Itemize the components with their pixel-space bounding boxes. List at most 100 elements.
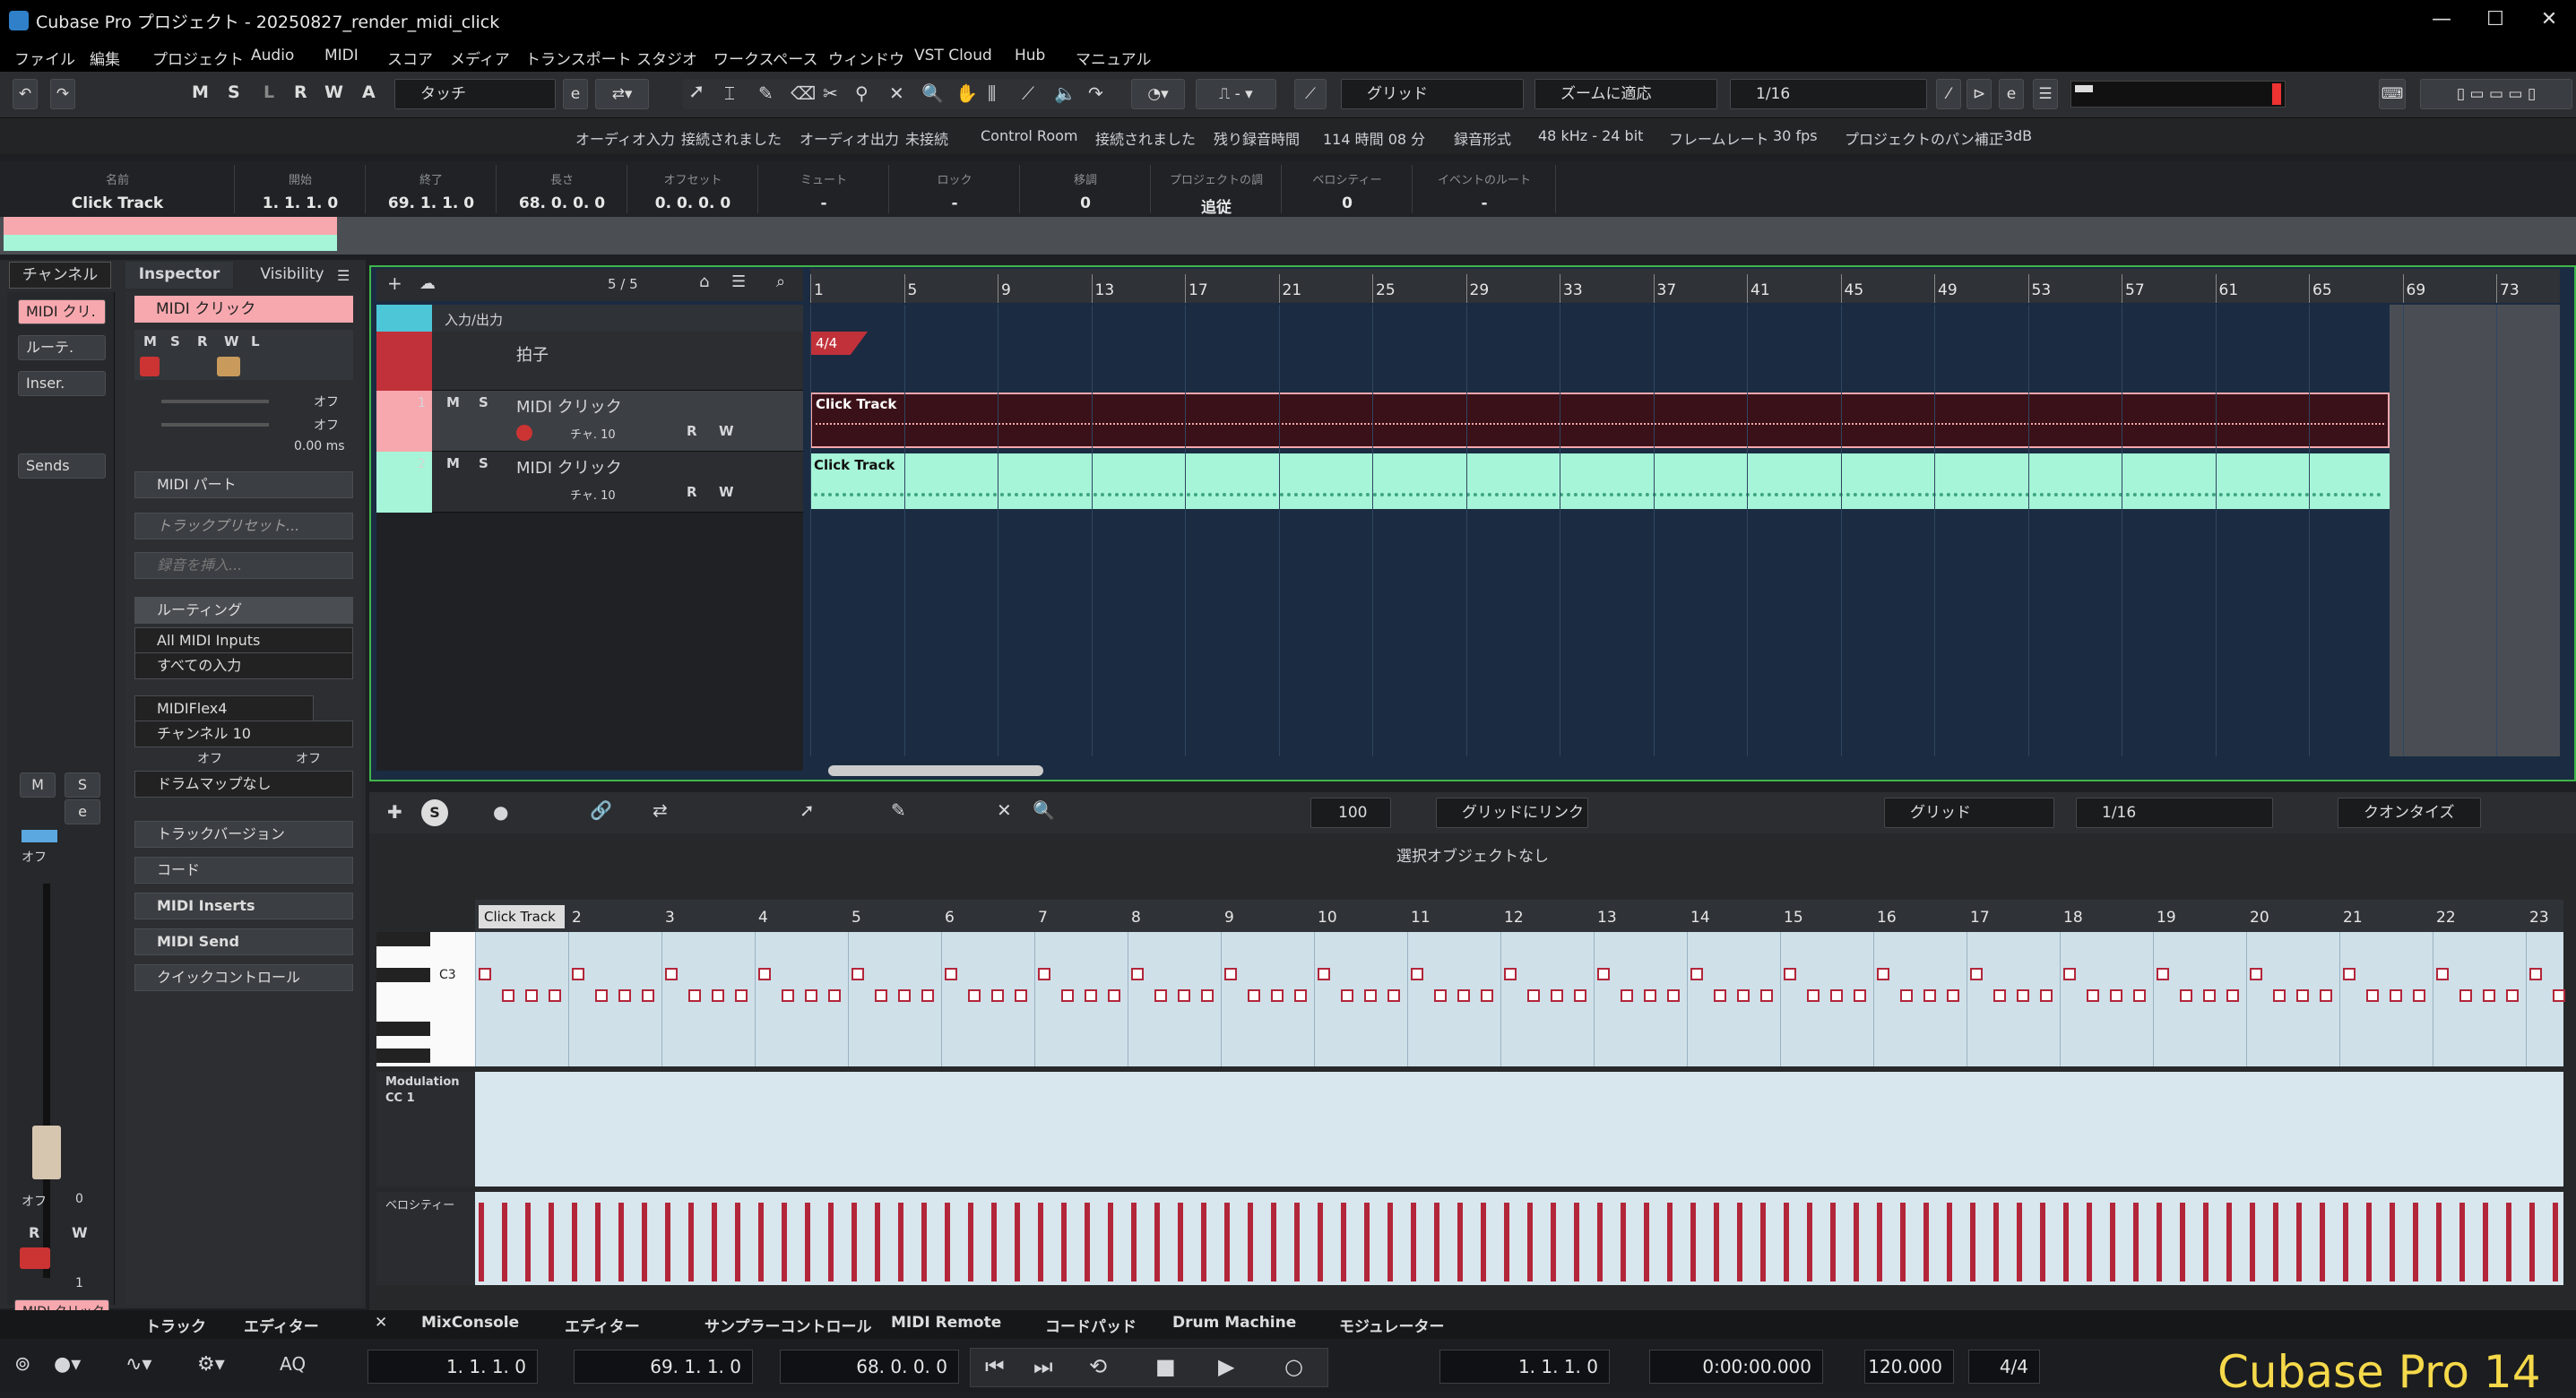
velocity-bar[interactable] [2250, 1203, 2255, 1282]
menu-manual[interactable]: マニュアル [1076, 47, 1152, 69]
add-track-type-icon[interactable]: ☁ [419, 274, 436, 293]
inspector-midi-part[interactable]: MIDI パート [134, 471, 353, 498]
velocity-bar[interactable] [782, 1203, 787, 1282]
note[interactable] [875, 989, 887, 1002]
note[interactable] [2063, 968, 2076, 980]
note[interactable] [851, 968, 864, 980]
velocity-bar[interactable] [1504, 1203, 1509, 1282]
note[interactable] [2390, 989, 2402, 1002]
tab-drum-machine[interactable]: Drum Machine [1172, 1314, 1296, 1332]
note[interactable] [1970, 968, 1983, 980]
velocity-bar[interactable] [921, 1203, 927, 1282]
inspector-drummap[interactable]: ドラムマップなし [134, 771, 353, 798]
note[interactable] [2157, 968, 2169, 980]
solo-button[interactable]: S [65, 772, 100, 798]
note[interactable] [2506, 989, 2519, 1002]
velocity-bar[interactable] [1038, 1203, 1043, 1282]
folder-track-row[interactable]: 入力/出力 [376, 305, 803, 332]
info-offset-value[interactable]: 0. 0. 0. 0 [627, 194, 758, 212]
waveform-icon[interactable]: ∿▾ [125, 1353, 151, 1376]
menu-edit[interactable]: 編集 [90, 47, 120, 69]
menu-hub[interactable]: Hub [1015, 47, 1045, 65]
velocity-bar[interactable] [1993, 1203, 1999, 1282]
inspector-section-sends[interactable]: MIDI Send [134, 928, 353, 955]
automation-all-button[interactable]: A [362, 82, 376, 102]
note[interactable] [805, 989, 817, 1002]
velocity-bar[interactable] [549, 1203, 554, 1282]
info-root-value[interactable]: - [1413, 194, 1556, 212]
cc-lane-controller[interactable]: CC 1 [385, 1092, 415, 1105]
velocity-bar[interactable] [758, 1203, 764, 1282]
note-display[interactable] [475, 932, 2565, 1066]
track1-mute[interactable]: M [446, 394, 460, 410]
velocity-bar[interactable] [945, 1203, 950, 1282]
velocity-bar[interactable] [1714, 1203, 1719, 1282]
info-lock-value[interactable]: - [889, 194, 1020, 212]
track1-channel[interactable]: チャ. 10 [570, 425, 616, 442]
snap-toggle-icon[interactable]: ⟋ [1294, 79, 1327, 109]
go-to-start-icon[interactable]: ⏮ [985, 1354, 1005, 1379]
inspector-section-chords[interactable]: コード [134, 857, 353, 884]
note[interactable] [1900, 989, 1913, 1002]
note[interactable] [1807, 989, 1820, 1002]
velocity-bar[interactable] [2436, 1203, 2442, 1282]
note[interactable] [2529, 968, 2542, 980]
track2-write[interactable]: W [719, 484, 734, 500]
edit-button[interactable]: e [65, 799, 100, 824]
note[interactable] [1621, 989, 1633, 1002]
menu-vst-cloud[interactable]: VST Cloud [914, 47, 992, 65]
channel-name-button[interactable]: MIDI クリ. [18, 299, 106, 324]
range-icon[interactable]: ⌶ [724, 82, 735, 104]
track2-read[interactable]: R [687, 484, 697, 500]
menu-media[interactable]: メディア [450, 47, 510, 69]
solo-editor-icon[interactable]: S [421, 799, 448, 826]
zone-layout-icons[interactable]: ▯ ▭ ▭ ▭ ▯ [2420, 79, 2572, 109]
velocity-bar[interactable] [479, 1203, 484, 1282]
track-row-2[interactable]: 2 M S MIDI クリック チャ. 10 R W [376, 452, 803, 513]
inspector-record-icon[interactable] [140, 357, 160, 376]
velocity-lane-name[interactable]: ベロシティー [385, 1195, 454, 1212]
velocity-bar[interactable] [968, 1203, 973, 1282]
velocity-bar[interactable] [2017, 1203, 2022, 1282]
velocity-bar[interactable] [2226, 1203, 2232, 1282]
inspector-delay-value[interactable]: 0.00 ms [294, 439, 345, 453]
velocity-bar[interactable] [1947, 1203, 1952, 1282]
velocity-bar[interactable] [1760, 1203, 1766, 1282]
menu-project[interactable]: プロジェクト [152, 47, 244, 69]
quantize-mode-select[interactable]: クオンタイズ [2338, 798, 2481, 828]
note[interactable] [1993, 989, 2006, 1002]
note[interactable] [1201, 989, 1214, 1002]
velocity-bar[interactable] [2110, 1203, 2115, 1282]
pencil-icon[interactable]: ✎ [758, 82, 774, 104]
editor-event-name[interactable]: Click Track [479, 905, 565, 928]
write-all-button[interactable]: W [324, 82, 343, 102]
velocity-bar[interactable] [1597, 1203, 1603, 1282]
cc-lane-name[interactable]: Modulation [385, 1075, 460, 1089]
inspector-sound[interactable]: 録音を挿入... [134, 552, 353, 579]
record-editor-icon[interactable]: ● [493, 801, 508, 823]
track1-solo[interactable]: S [479, 394, 488, 410]
tab-visibility[interactable]: Visibility [238, 262, 346, 289]
inspector-section-quick-controls[interactable]: クイックコントロール [134, 964, 353, 991]
sends-button[interactable]: Sends [18, 453, 106, 479]
cc-lane[interactable] [475, 1072, 2563, 1187]
note[interactable] [1644, 989, 1656, 1002]
tab-chord-pads[interactable]: コードパッド [1045, 1314, 1137, 1336]
velocity-bar[interactable] [1551, 1203, 1556, 1282]
menu-window[interactable]: ウィンドウ [828, 47, 904, 69]
arrange-ruler[interactable]: 1 5 9 13 17 21 25 29 33 37 41 45 49 53 57 61 65 69 73 [810, 269, 2560, 303]
velocity-bar[interactable] [1248, 1203, 1253, 1282]
redo-icon[interactable]: ↷ [50, 79, 75, 109]
inspector-track-name[interactable]: MIDI クリック [134, 296, 353, 323]
velocity-bar[interactable] [595, 1203, 601, 1282]
note[interactable] [2226, 989, 2239, 1002]
note[interactable] [1154, 989, 1167, 1002]
inspector-mute[interactable]: M [143, 333, 157, 350]
info-name-value[interactable]: Click Track [0, 194, 235, 212]
track2-solo[interactable]: S [479, 455, 488, 471]
note[interactable] [1271, 989, 1284, 1002]
track2-channel[interactable]: チャ. 10 [570, 486, 616, 503]
info-length-value[interactable]: 68. 0. 0. 0 [497, 194, 627, 212]
track-row-1[interactable]: 1 M S MIDI クリック チャ. 10 R W [376, 391, 803, 452]
tempo-display[interactable]: 120.000 [1864, 1350, 1954, 1384]
